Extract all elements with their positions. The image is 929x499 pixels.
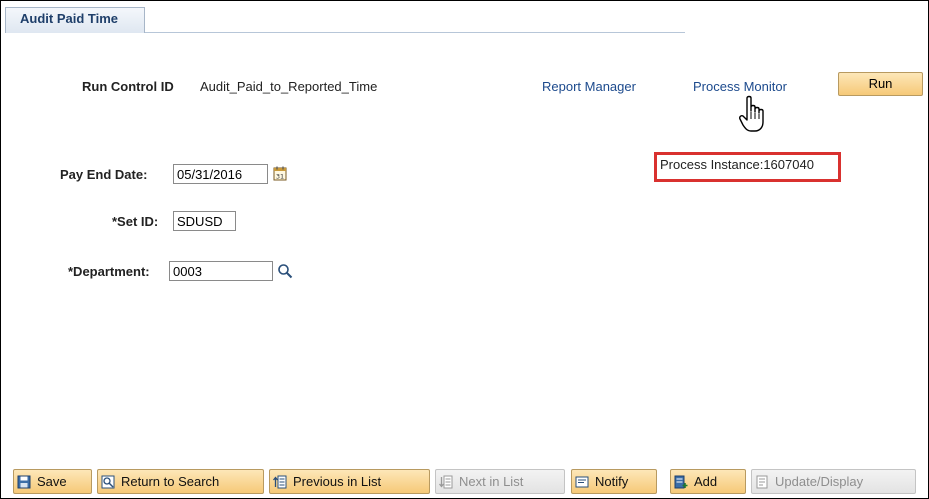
next-in-list-button[interactable]: Next in List [435, 469, 565, 494]
notify-label: Notify [595, 474, 629, 489]
pay-end-date-field[interactable] [173, 164, 268, 184]
notify-button[interactable]: Notify [571, 469, 657, 494]
report-manager-link[interactable]: Report Manager [542, 79, 636, 94]
return-to-search-label: Return to Search [121, 474, 220, 489]
page-frame [0, 0, 929, 499]
previous-in-list-button[interactable]: Previous in List [269, 469, 430, 494]
add-label: Add [694, 474, 718, 489]
notify-icon [575, 476, 589, 487]
return-to-search-icon [101, 475, 115, 488]
add-button[interactable]: Add [670, 469, 746, 494]
previous-in-list-icon [273, 475, 287, 488]
department-label: *Department: [68, 264, 150, 279]
update-display-button[interactable]: Update/Display [751, 469, 916, 494]
run-button[interactable]: Run [838, 72, 923, 96]
save-label: Save [37, 474, 67, 489]
next-in-list-icon [439, 475, 453, 488]
next-in-list-label: Next in List [459, 474, 524, 489]
process-monitor-link[interactable]: Process Monitor [693, 79, 787, 94]
update-display-label: Update/Display [775, 474, 864, 489]
tab-underline [145, 32, 685, 33]
process-instance-text: Process Instance:1607040 [660, 157, 814, 172]
lookup-search-icon[interactable] [277, 263, 293, 279]
set-id-label: *Set ID: [112, 214, 159, 229]
update-display-icon [756, 475, 768, 488]
return-to-search-button[interactable]: Return to Search [97, 469, 264, 494]
pay-end-date-label: Pay End Date: [60, 167, 148, 182]
set-id-field[interactable] [173, 211, 236, 231]
process-instance-highlight: Process Instance:1607040 [654, 152, 841, 182]
calendar-icon[interactable]: 31 [273, 166, 287, 181]
department-field[interactable] [169, 261, 273, 281]
previous-in-list-label: Previous in List [293, 474, 382, 489]
run-control-id-value: Audit_Paid_to_Reported_Time [200, 79, 378, 94]
save-button[interactable]: Save [13, 469, 92, 494]
tab-audit-paid-time[interactable]: Audit Paid Time [5, 7, 145, 33]
add-icon [674, 475, 688, 488]
hand-cursor-icon [739, 95, 764, 132]
save-icon [17, 475, 31, 488]
run-control-id-label: Run Control ID [82, 79, 174, 94]
svg-text:31: 31 [276, 173, 284, 181]
